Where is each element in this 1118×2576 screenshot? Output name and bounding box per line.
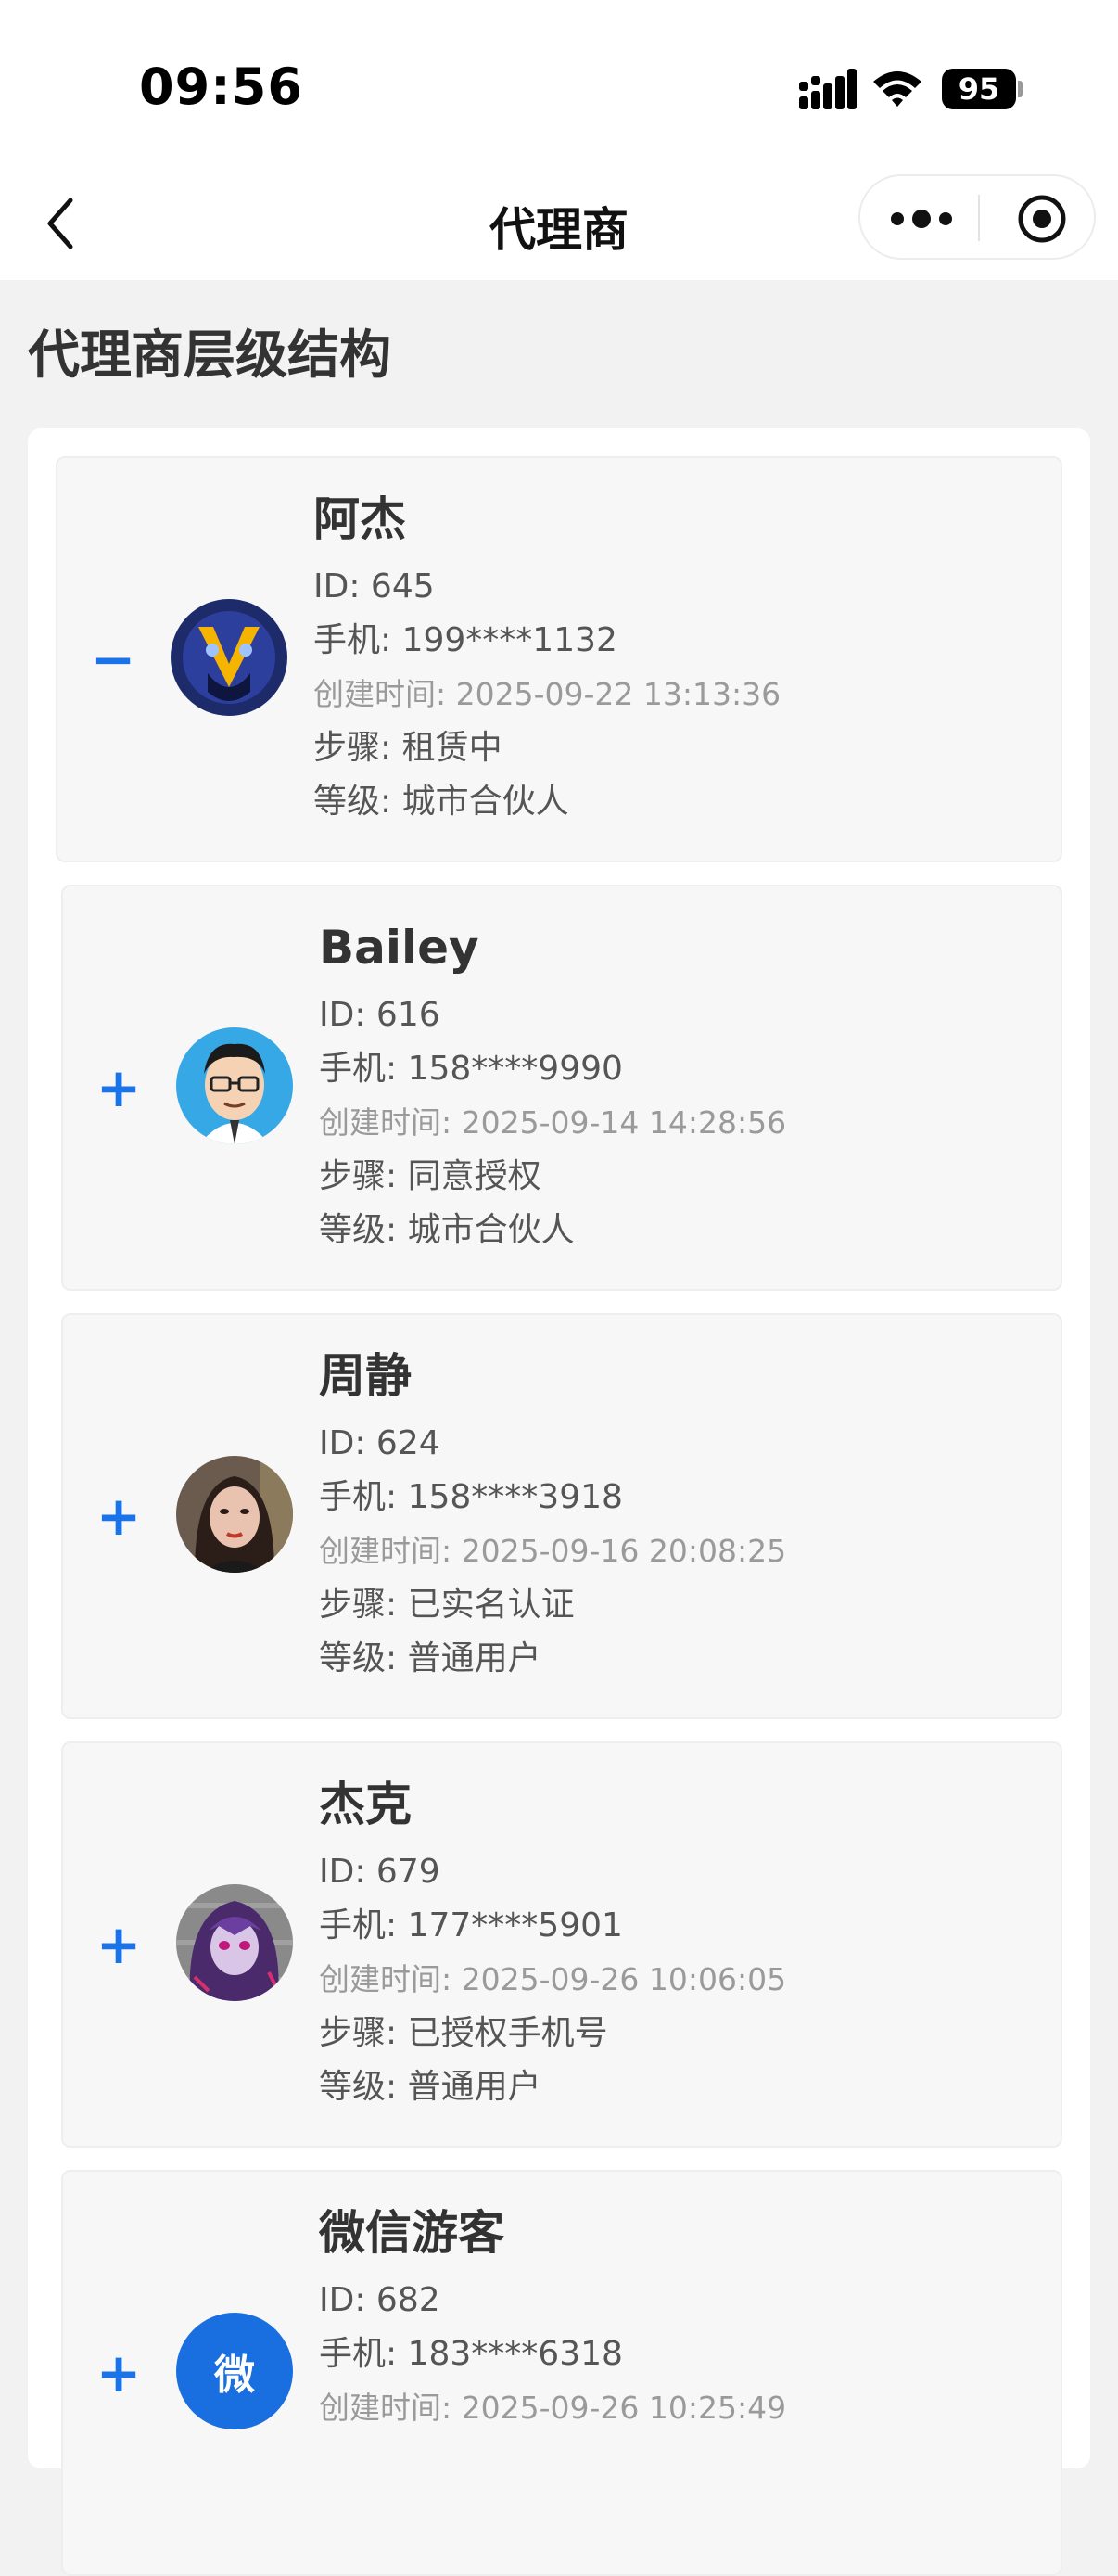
- agent-level: 等级: 普通用户: [319, 2068, 541, 2106]
- avatar: [176, 1884, 293, 2001]
- agent-level: 等级: 普通用户: [319, 1639, 541, 1677]
- agent-id: ID: 682: [319, 2281, 440, 2319]
- agent-created: 创建时间: 2025-09-22 13:13:36: [313, 676, 781, 712]
- agent-card[interactable]: − 阿杰 ID: 645 手机: 199****1132 创建时间: 2025-…: [56, 456, 1062, 862]
- avatar: [171, 599, 287, 716]
- avatar: [176, 1027, 293, 1144]
- agent-step: [319, 2435, 786, 2489]
- agent-name: Bailey: [319, 921, 479, 975]
- agent-step: 步骤: 已实名认证: [319, 1586, 575, 1624]
- capsule-divider: [978, 195, 980, 241]
- agent-info: 周静 ID: 624 手机: 158****3918 创建时间: 2025-09…: [319, 1343, 786, 1686]
- agent-name: 杰克: [319, 1778, 412, 1831]
- agent-level: 等级: 城市合伙人: [319, 1211, 575, 1249]
- agent-id: ID: 679: [319, 1853, 440, 1891]
- agent-info: 阿杰 ID: 645 手机: 199****1132 创建时间: 2025-09…: [313, 486, 781, 829]
- agent-card[interactable]: + 微 微信游客 ID: 682 手机: 183****6318 创建时间: 2…: [61, 2170, 1062, 2576]
- agent-phone: 手机: 183****6318: [319, 2335, 623, 2373]
- agent-phone: 手机: 177****5901: [319, 1906, 623, 1945]
- agent-id: ID: 645: [313, 567, 435, 606]
- expand-toggle[interactable]: +: [63, 1743, 174, 2146]
- expand-toggle[interactable]: +: [63, 886, 174, 1289]
- collapse-toggle[interactable]: −: [57, 458, 169, 861]
- mini-program-capsule: [858, 174, 1096, 260]
- signal-icon: [799, 69, 857, 109]
- nav-bar: 代理商: [0, 167, 1118, 280]
- agent-step: 步骤: 同意授权: [319, 1157, 541, 1195]
- agent-created: 创建时间: 2025-09-16 20:08:25: [319, 1533, 787, 1569]
- agent-tree-panel: − 阿杰 ID: 645 手机: 199****1132 创建时间: 2025-…: [28, 428, 1090, 2576]
- woman-photo-avatar-icon: [176, 1456, 293, 1573]
- agent-step: 步骤: 租赁中: [313, 729, 502, 767]
- agent-card[interactable]: + 杰克 ID: 679 手机: 177****5901 创建时间: 2025-…: [61, 1741, 1062, 2148]
- agent-info: Bailey ID: 616 手机: 158****9990 创建时间: 202…: [319, 914, 786, 1257]
- avatar: [176, 1456, 293, 1573]
- anime-avatar-icon: [176, 1884, 293, 2001]
- agent-step: 步骤: 已授权手机号: [319, 2014, 608, 2052]
- expand-toggle[interactable]: +: [63, 1315, 174, 1717]
- agent-info: 微信游客 ID: 682 手机: 183****6318 创建时间: 2025-…: [319, 2200, 786, 2543]
- more-dots-icon[interactable]: [886, 202, 957, 236]
- target-circle-icon[interactable]: [1016, 193, 1068, 245]
- robot-avatar-icon: [171, 599, 287, 716]
- agent-card[interactable]: + Bailey ID: 616 手机: 158****9990 创建时间: 2…: [61, 885, 1062, 1291]
- agent-id: ID: 616: [319, 996, 440, 1034]
- expand-toggle[interactable]: +: [63, 2172, 174, 2574]
- battery-tip: [1018, 81, 1023, 97]
- agent-created: 创建时间: 2025-09-26 10:06:05: [319, 1961, 787, 1997]
- agent-name: 周静: [319, 1349, 412, 1403]
- agent-created: 创建时间: 2025-09-14 14:28:56: [319, 1104, 787, 1141]
- wifi-icon: [873, 71, 921, 107]
- agent-level: 等级: 城市合伙人: [313, 783, 569, 821]
- status-bar: 09:56 95: [0, 0, 1118, 176]
- avatar: 微: [176, 2313, 293, 2429]
- agent-info: 杰克 ID: 679 手机: 177****5901 创建时间: 2025-09…: [319, 1771, 786, 2114]
- agent-name: 微信游客: [319, 2206, 504, 2260]
- status-time: 09:56: [139, 57, 303, 116]
- cartoon-man-avatar-icon: [176, 1027, 293, 1144]
- agent-phone: 手机: 199****1132: [313, 621, 617, 659]
- agent-id: ID: 624: [319, 1424, 440, 1462]
- agent-name: 阿杰: [313, 492, 406, 546]
- section-title: 代理商层级结构: [28, 325, 391, 386]
- agent-created: 创建时间: 2025-09-26 10:25:49: [319, 2390, 787, 2426]
- agent-phone: 手机: 158****9990: [319, 1050, 623, 1088]
- agent-card[interactable]: + 周静 ID: 624 手机: 158****3918 创建时间: 2025-…: [61, 1313, 1062, 1719]
- avatar-letter: 微: [214, 2352, 255, 2399]
- battery-icon: 95: [942, 69, 1016, 109]
- agent-level: [319, 2489, 786, 2543]
- agent-phone: 手机: 158****3918: [319, 1478, 623, 1516]
